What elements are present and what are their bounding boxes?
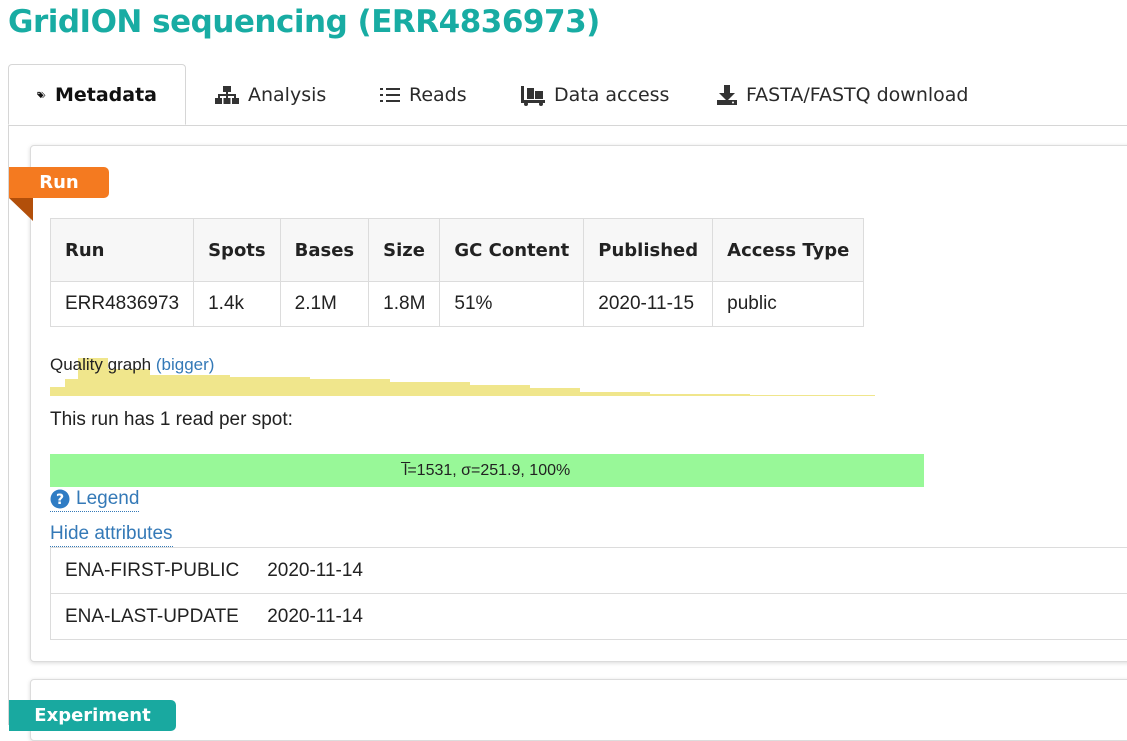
attributes-table: ENA-FIRST-PUBLIC 2020-11-14 ENA-LAST-UPD… bbox=[50, 547, 1127, 640]
tab-label: Reads bbox=[409, 84, 467, 106]
column-header: GC Content bbox=[440, 219, 584, 282]
column-header: Access Type bbox=[713, 219, 864, 282]
page-title: GridION sequencing (ERR4836973) bbox=[8, 4, 600, 40]
table-cell: public bbox=[713, 282, 864, 327]
table-row: ENA-FIRST-PUBLIC 2020-11-14 bbox=[51, 548, 1127, 594]
tab-reads[interactable]: Reads bbox=[379, 64, 467, 125]
tab-metadata[interactable]: Metadata bbox=[8, 64, 186, 125]
column-header: Published bbox=[584, 219, 713, 282]
tags-icon bbox=[37, 85, 47, 105]
reads-per-spot-text: This run has 1 read per spot: bbox=[50, 409, 293, 431]
column-header: Size bbox=[369, 219, 440, 282]
tab-label: Analysis bbox=[248, 84, 326, 106]
table-header-row: Run Spots Bases Size GC Content Publishe… bbox=[51, 219, 864, 282]
quality-graph-label: Quality graph (bigger) bbox=[50, 355, 214, 375]
tab-data-access[interactable]: Data access bbox=[520, 64, 669, 125]
run-table: Run Spots Bases Size GC Content Publishe… bbox=[50, 218, 864, 327]
attribute-key: ENA-LAST-UPDATE bbox=[51, 594, 254, 640]
quality-label: Quality graph bbox=[50, 355, 151, 374]
attribute-key: ENA-FIRST-PUBLIC bbox=[51, 548, 254, 594]
tab-label: FASTA/FASTQ download bbox=[746, 84, 969, 106]
sitemap-icon bbox=[214, 85, 240, 105]
experiment-panel bbox=[30, 679, 1127, 741]
table-cell: ERR4836973 bbox=[51, 282, 194, 327]
experiment-ribbon: Experiment bbox=[9, 700, 176, 731]
column-header: Spots bbox=[194, 219, 281, 282]
bigger-link[interactable]: (bigger) bbox=[156, 355, 215, 374]
attribute-value: 2020-11-14 bbox=[253, 594, 1127, 640]
run-ribbon: Run bbox=[9, 167, 109, 198]
table-cell: 51% bbox=[440, 282, 584, 327]
legend-label: Legend bbox=[76, 488, 139, 510]
tab-bar: Metadata Analysis Reads bbox=[8, 64, 1127, 126]
table-cell: 2020-11-15 bbox=[584, 282, 713, 327]
table-cell: 1.4k bbox=[194, 282, 281, 327]
table-row: ERR4836973 1.4k 2.1M 1.8M 51% 2020-11-15… bbox=[51, 282, 864, 327]
download-icon bbox=[716, 84, 738, 106]
list-icon bbox=[379, 85, 401, 105]
table-cell: 1.8M bbox=[369, 282, 440, 327]
dolly-icon bbox=[520, 84, 546, 106]
column-header: Run bbox=[51, 219, 194, 282]
question-circle-icon: ? bbox=[50, 489, 70, 509]
legend-link[interactable]: ? Legend bbox=[50, 488, 139, 512]
tab-label: Metadata bbox=[55, 84, 157, 106]
table-cell: 2.1M bbox=[280, 282, 369, 327]
attribute-value: 2020-11-14 bbox=[253, 548, 1127, 594]
column-header: Bases bbox=[280, 219, 369, 282]
tab-fasta-fastq-download[interactable]: FASTA/FASTQ download bbox=[716, 64, 969, 125]
read-length-stats: l̅=1531, σ=251.9, 100% bbox=[404, 462, 570, 480]
ribbon-fold bbox=[9, 198, 33, 221]
read-length-bar: l̅=1531, σ=251.9, 100% bbox=[50, 454, 924, 487]
svg-text:?: ? bbox=[56, 492, 64, 508]
table-row: ENA-LAST-UPDATE 2020-11-14 bbox=[51, 594, 1127, 640]
tab-label: Data access bbox=[554, 84, 669, 106]
hide-attributes-link[interactable]: Hide attributes bbox=[50, 523, 173, 547]
tab-analysis[interactable]: Analysis bbox=[214, 64, 326, 125]
